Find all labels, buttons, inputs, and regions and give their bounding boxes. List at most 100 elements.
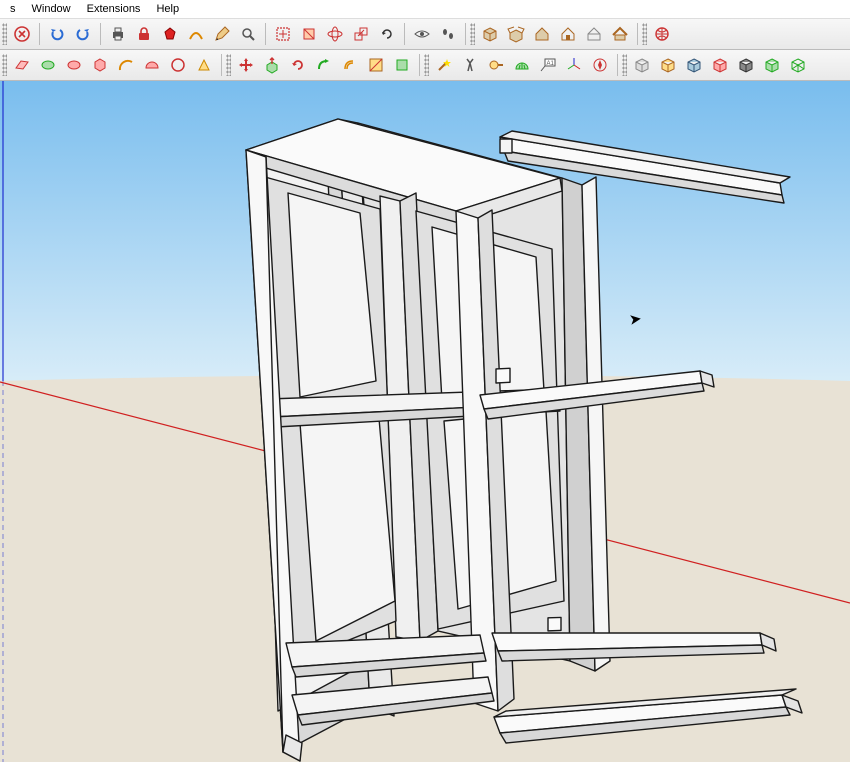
quad-diag-icon (367, 56, 385, 74)
select-target-icon (274, 25, 292, 43)
house-roof-icon (611, 25, 629, 43)
component-button[interactable] (478, 22, 502, 46)
rotate-button[interactable] (375, 22, 399, 46)
model-open-button[interactable] (556, 22, 580, 46)
open-box-button[interactable] (504, 22, 528, 46)
toolbar-grip[interactable] (470, 23, 475, 45)
menu-item-window[interactable]: Window (24, 2, 79, 16)
axes-button[interactable] (562, 53, 586, 77)
cube-icon (633, 56, 651, 74)
zoom-button[interactable] (236, 22, 260, 46)
toolbar-row-1 (0, 19, 850, 50)
look-button[interactable] (410, 22, 434, 46)
offset-button[interactable] (338, 53, 362, 77)
redo-button[interactable] (71, 22, 95, 46)
ruby-button[interactable] (158, 22, 182, 46)
circle2-button[interactable] (166, 53, 190, 77)
toolbar-grip[interactable] (424, 54, 429, 76)
quad-button[interactable] (390, 53, 414, 77)
pliers-icon (461, 56, 479, 74)
walk-button[interactable] (436, 22, 460, 46)
section-button[interactable] (297, 22, 321, 46)
rotate-icon (378, 25, 396, 43)
house-icon (533, 25, 551, 43)
house-wire-icon (585, 25, 603, 43)
protractor-icon (513, 56, 531, 74)
toolbar-grip[interactable] (622, 54, 627, 76)
magnify-icon (239, 25, 257, 43)
menu-item-truncated[interactable]: s (2, 2, 24, 16)
svg-text:A1: A1 (547, 61, 555, 67)
disk-red-icon (65, 56, 83, 74)
protractor-button[interactable] (510, 53, 534, 77)
style5-button[interactable] (734, 53, 758, 77)
circle-button[interactable] (36, 53, 60, 77)
menu-bar: s Window Extensions Help (0, 0, 850, 19)
cube-yellow-icon (659, 56, 677, 74)
curl-orange-icon (341, 56, 359, 74)
curve-button[interactable] (184, 22, 208, 46)
undo-button[interactable] (45, 22, 69, 46)
rectangle-button[interactable] (10, 53, 34, 77)
orbit-button[interactable] (323, 22, 347, 46)
scale2-button[interactable] (364, 53, 388, 77)
close-button[interactable] (10, 22, 34, 46)
select-target-button[interactable] (271, 22, 295, 46)
follow-button[interactable] (312, 53, 336, 77)
style7-button[interactable] (786, 53, 810, 77)
lock-button[interactable] (132, 22, 156, 46)
model-button[interactable] (530, 22, 554, 46)
pliers-button[interactable] (458, 53, 482, 77)
close-circle-icon (13, 25, 31, 43)
scale-button[interactable] (349, 22, 373, 46)
pushpull-button[interactable] (260, 53, 284, 77)
orbit-icon (326, 25, 344, 43)
box-open-icon (507, 25, 525, 43)
toolbar-grip[interactable] (642, 23, 647, 45)
model-wire-button[interactable] (582, 22, 606, 46)
polygon-icon (91, 56, 109, 74)
triangle-icon (195, 56, 213, 74)
style2-button[interactable] (656, 53, 680, 77)
undo-icon (48, 25, 66, 43)
pushpull-icon (263, 56, 281, 74)
print-button[interactable] (106, 22, 130, 46)
compass-icon (591, 56, 609, 74)
ruby-icon (161, 25, 179, 43)
cube-dark-icon (737, 56, 755, 74)
model-roof-button[interactable] (608, 22, 632, 46)
arc-icon (117, 56, 135, 74)
style6-button[interactable] (760, 53, 784, 77)
scale-icon (352, 25, 370, 43)
pie-button[interactable] (140, 53, 164, 77)
viewport-3d[interactable]: ➤ (0, 81, 850, 762)
tape-icon (487, 56, 505, 74)
label-button[interactable]: A1 (536, 53, 560, 77)
semicircle-icon (143, 56, 161, 74)
wand-icon (435, 56, 453, 74)
toolbar-grip[interactable] (2, 23, 7, 45)
style1-button[interactable] (630, 53, 654, 77)
style4-button[interactable] (708, 53, 732, 77)
menu-item-extensions[interactable]: Extensions (79, 2, 149, 16)
menu-item-help[interactable]: Help (148, 2, 187, 16)
pencil-button[interactable] (210, 22, 234, 46)
tri-button[interactable] (192, 53, 216, 77)
move-icon (237, 56, 255, 74)
cube-blue-icon (685, 56, 703, 74)
toolbar-grip[interactable] (226, 54, 231, 76)
curve-icon (187, 25, 205, 43)
style3-button[interactable] (682, 53, 706, 77)
compass-button[interactable] (588, 53, 612, 77)
move-button[interactable] (234, 53, 258, 77)
toolbar-grip[interactable] (2, 54, 7, 76)
tape-button[interactable] (484, 53, 508, 77)
disk-button[interactable] (62, 53, 86, 77)
circle-red-icon (169, 56, 187, 74)
arc-button[interactable] (114, 53, 138, 77)
rotate2-button[interactable] (286, 53, 310, 77)
cube-red-icon (711, 56, 729, 74)
polygon-button[interactable] (88, 53, 112, 77)
wand-button[interactable] (432, 53, 456, 77)
geo-button[interactable] (650, 22, 674, 46)
